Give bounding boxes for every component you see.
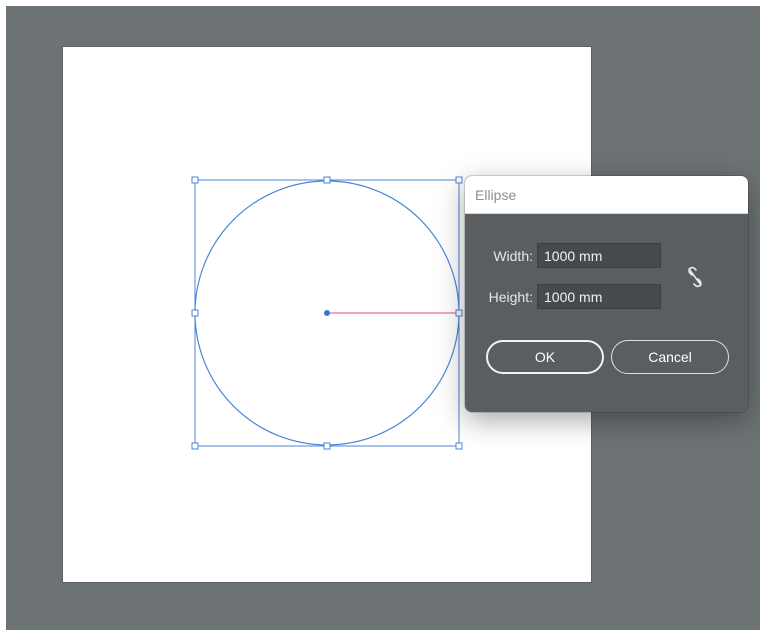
width-input[interactable] <box>537 243 661 268</box>
broken-link-icon[interactable] <box>685 266 705 288</box>
height-input[interactable] <box>537 284 661 309</box>
ok-button[interactable]: OK <box>486 340 604 374</box>
handle-bottom-center <box>323 442 331 450</box>
dialog-titlebar[interactable]: Ellipse <box>465 176 748 214</box>
cancel-button[interactable]: Cancel <box>611 340 729 374</box>
handle-top-left <box>191 176 199 184</box>
handle-middle-right <box>455 309 463 317</box>
ellipse-dialog: Ellipse Width: Height: OK Cancel <box>465 176 748 412</box>
center-point <box>324 310 330 316</box>
handle-middle-left <box>191 309 199 317</box>
handle-top-center <box>323 176 331 184</box>
height-row: Height: <box>465 284 661 309</box>
width-label: Width: <box>493 247 533 264</box>
width-row: Width: <box>465 243 661 268</box>
handle-top-right <box>455 176 463 184</box>
height-label: Height: <box>488 288 533 305</box>
dialog-title: Ellipse <box>475 186 517 203</box>
handle-bottom-left <box>191 442 199 450</box>
handle-bottom-right <box>455 442 463 450</box>
